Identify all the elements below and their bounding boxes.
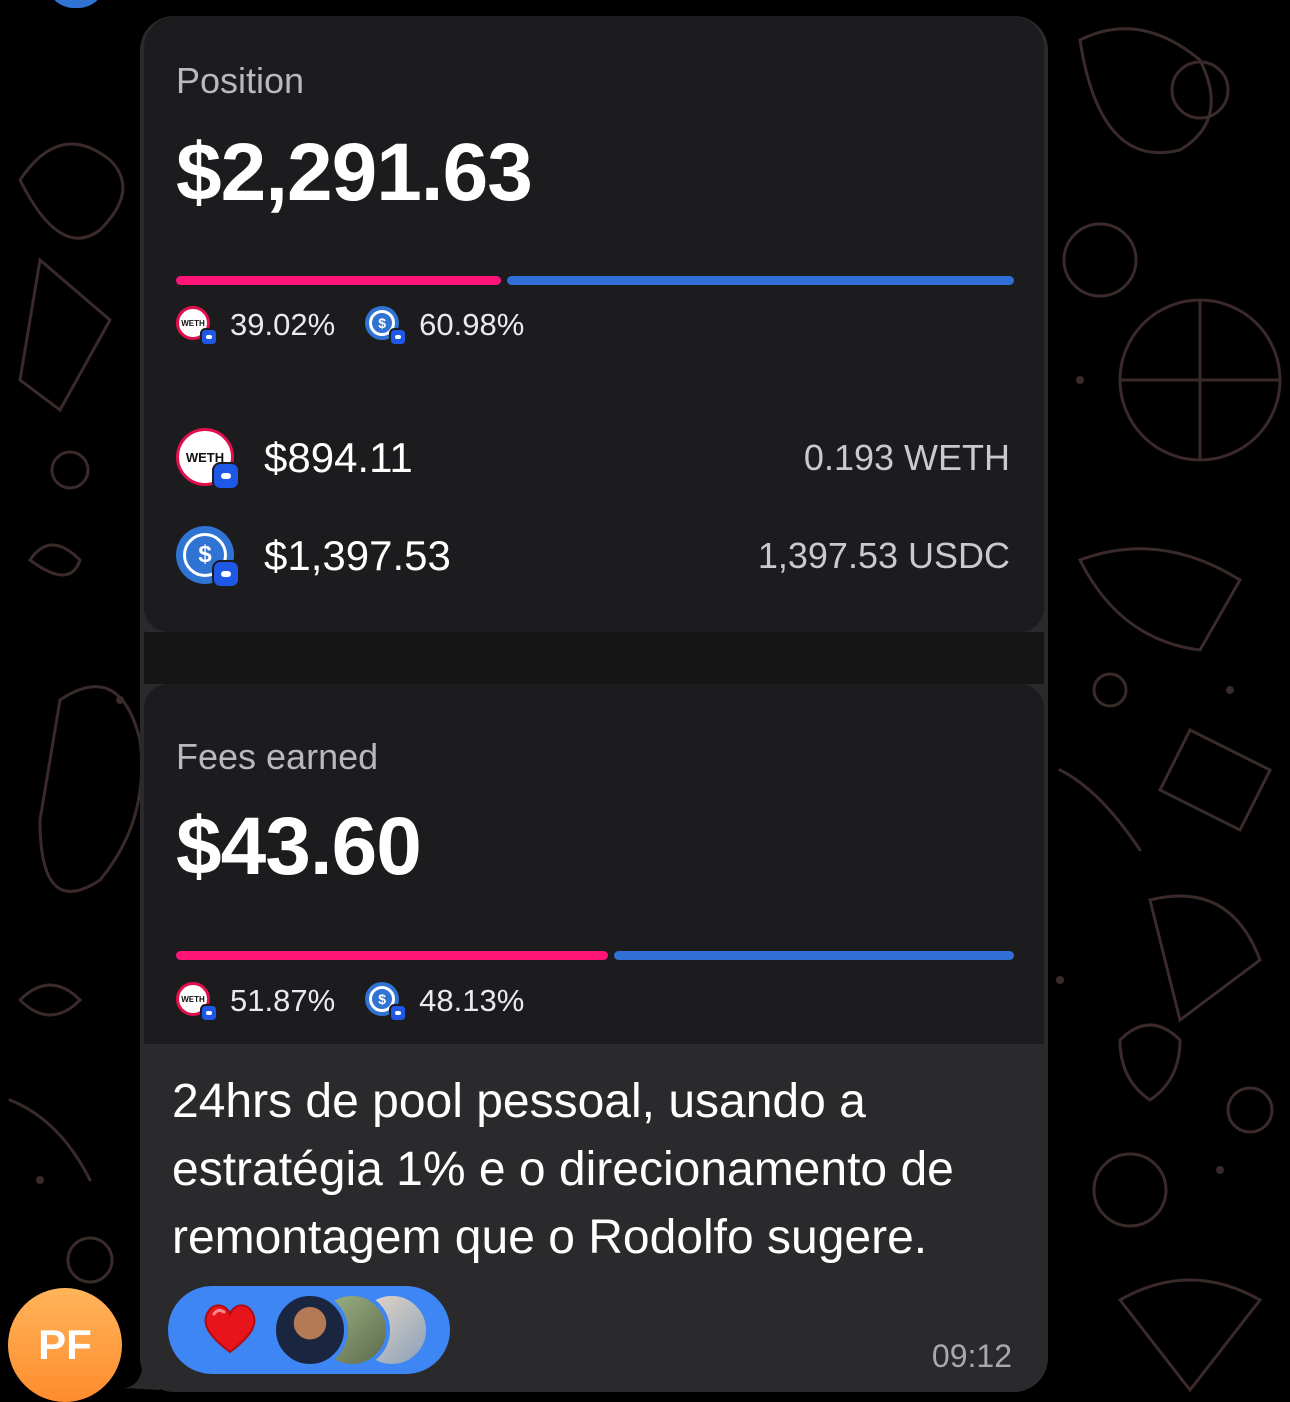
asset-row-usdc: $ $1,397.53 1,397.53 USDC <box>176 526 1010 588</box>
weth-icon: WETH <box>176 428 240 490</box>
fees-usdc-bar <box>614 951 1014 960</box>
usdc-icon: $ <box>365 982 408 1022</box>
usdc-icon: $ <box>176 526 240 588</box>
position-weth-bar <box>176 276 501 285</box>
reaction-pill[interactable] <box>168 1286 450 1374</box>
asset-amount: 0.193 WETH <box>803 437 1010 478</box>
message-bubble[interactable]: Position $2,291.63 WETH 39.02% $ 60.98% … <box>140 16 1048 1392</box>
weth-icon: WETH <box>176 982 218 1022</box>
weth-icon: WETH <box>176 306 218 346</box>
heart-icon <box>204 1304 256 1354</box>
position-label: Position <box>176 60 305 101</box>
asset-usd-value: $894.11 <box>264 434 413 481</box>
usdc-icon: $ <box>365 306 408 346</box>
asset-usd-value: $1,397.53 <box>264 532 451 579</box>
asset-amount: 1,397.53 USDC <box>757 535 1010 576</box>
position-split-row: WETH 39.02% $ 60.98% <box>176 306 554 346</box>
fees-usdc-percent: 48.13% <box>419 983 525 1018</box>
card-divider <box>144 632 1044 684</box>
position-usdc-percent: 60.98% <box>419 307 525 342</box>
message-text: 24hrs de pool pessoal, usando a estratég… <box>172 1075 954 1264</box>
reactor-avatar <box>272 1292 348 1368</box>
asset-row-weth: WETH $894.11 0.193 WETH <box>176 428 1010 490</box>
message-time: 09:12 <box>931 1338 1012 1374</box>
position-usdc-bar <box>507 276 1014 285</box>
fees-weth-bar <box>176 951 608 960</box>
fees-total: $43.60 <box>176 801 422 892</box>
fees-weth-percent: 51.87% <box>230 983 336 1018</box>
position-card: Position $2,291.63 WETH 39.02% $ 60.98% … <box>144 16 1044 632</box>
sender-avatar[interactable]: PF <box>8 1288 122 1402</box>
position-total: $2,291.63 <box>176 127 533 218</box>
fees-split-row: WETH 51.87% $ 48.13% <box>176 982 554 1022</box>
fees-card: Fees earned $43.60 WETH 51.87% $ 48.13% <box>144 684 1044 1044</box>
position-weth-percent: 39.02% <box>230 307 336 342</box>
fees-label: Fees earned <box>176 736 379 777</box>
